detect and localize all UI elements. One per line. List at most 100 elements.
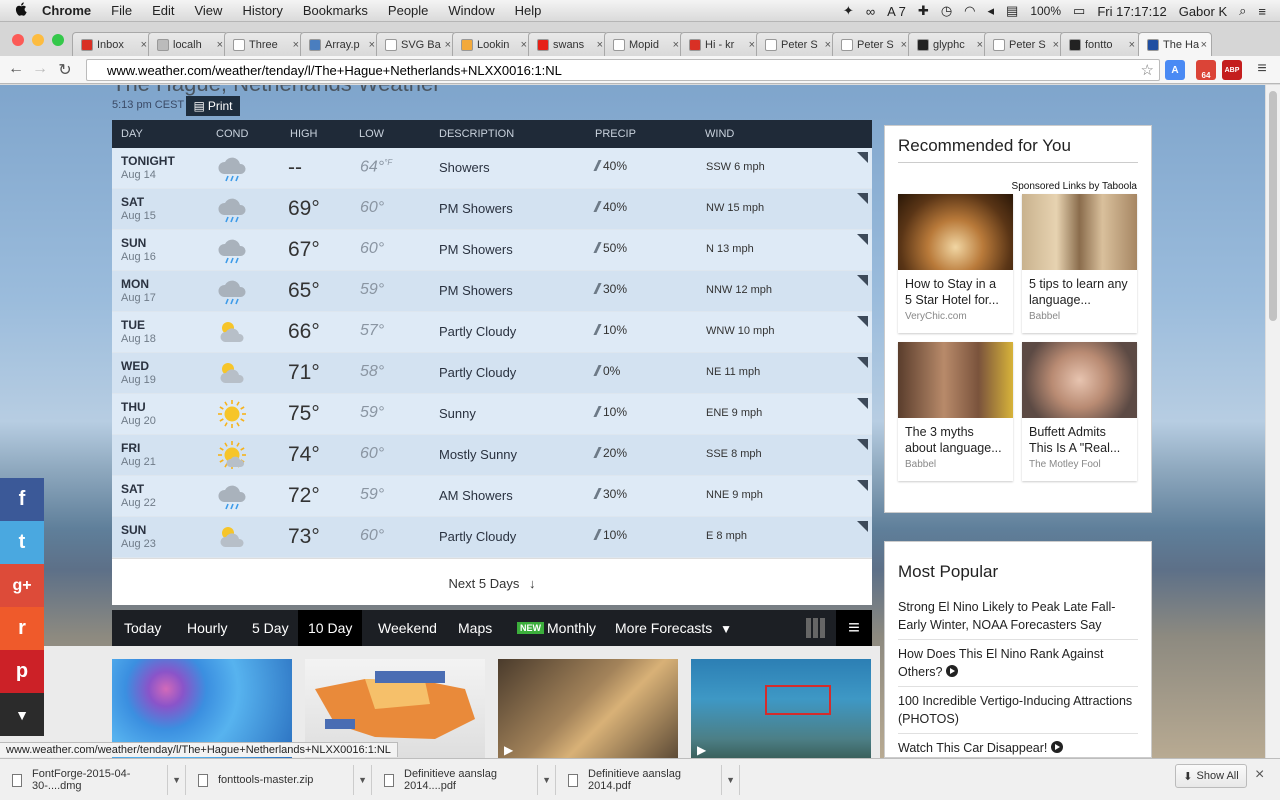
battery-icon[interactable]: ▭ <box>1073 3 1085 19</box>
plus-icon[interactable]: ✚ <box>918 3 929 19</box>
menu-people[interactable]: People <box>388 3 428 18</box>
back-arrow-icon[interactable]: ← <box>6 60 26 78</box>
menu-edit[interactable]: Edit <box>152 3 174 18</box>
download-menu-icon[interactable]: ▼ <box>353 765 371 795</box>
close-download-shelf-icon[interactable]: × <box>1255 766 1264 784</box>
download-item[interactable]: Definitieve aanslag 2014.pdf ▼ <box>560 765 740 795</box>
adblock-icon[interactable]: ABP <box>1222 60 1242 80</box>
forecast-row[interactable]: SAT Aug 22 72° 59° AM Showers 30% NNE 9 mph <box>112 476 872 517</box>
download-item[interactable]: Definitieve aanslag 2014....pdf ▼ <box>376 765 556 795</box>
forecast-nav-weekend[interactable]: Weekend <box>368 610 447 646</box>
forecast-row[interactable]: SAT Aug 15 69° 60° PM Showers 40% NW 15 mph <box>112 189 872 230</box>
tab-close-icon[interactable]: × <box>977 39 983 51</box>
tab[interactable]: Mopid × <box>604 32 684 56</box>
twitter-share-icon[interactable]: t <box>0 521 44 564</box>
next-5-days-button[interactable]: Next 5 Days ↓ <box>112 558 872 605</box>
expand-details-icon[interactable] <box>857 275 868 286</box>
popular-item[interactable]: How Does This El Nino Rank Against Other… <box>898 645 1138 687</box>
list-view-icon[interactable]: ≡ <box>836 610 872 646</box>
forecast-nav-monthly[interactable]: NEW Monthly <box>507 610 606 646</box>
scrollbar-thumb[interactable] <box>1269 91 1277 321</box>
tab-close-icon[interactable]: × <box>521 39 527 51</box>
menu-view[interactable]: View <box>194 3 222 18</box>
expand-details-icon[interactable] <box>857 398 868 409</box>
forward-arrow-icon[interactable]: → <box>30 60 50 78</box>
reddit-share-icon[interactable]: r <box>0 607 44 650</box>
tab[interactable]: Peter S × <box>984 32 1064 56</box>
forecast-nav-today[interactable]: Today <box>114 610 171 646</box>
address-bar[interactable]: www.weather.com/weather/tenday/l/The+Hag… <box>86 59 1160 81</box>
gplus-share-icon[interactable]: g+ <box>0 564 44 607</box>
close-window-button[interactable] <box>12 34 24 46</box>
forecast-nav-more-forecasts[interactable]: More Forecasts ▼ <box>605 610 742 646</box>
download-menu-icon[interactable]: ▼ <box>537 765 555 795</box>
tab-close-icon[interactable]: × <box>1201 39 1207 51</box>
wifi-icon[interactable]: ◠ <box>964 3 975 19</box>
download-item[interactable]: FontForge-2015-04-30-....dmg ▼ <box>4 765 186 795</box>
facebook-share-icon[interactable]: f <box>0 478 44 521</box>
forecast-row[interactable]: SUN Aug 16 67° 60° PM Showers 50% N 13 mph <box>112 230 872 271</box>
expand-details-icon[interactable] <box>857 480 868 491</box>
tab-close-icon[interactable]: × <box>673 39 679 51</box>
tab[interactable]: The Ha × <box>1138 32 1212 56</box>
tab-close-icon[interactable]: × <box>1129 39 1135 51</box>
tab-close-icon[interactable]: × <box>901 39 907 51</box>
chrome-menu-icon[interactable]: ≡ <box>1252 60 1272 78</box>
apple-menu-icon[interactable] <box>0 2 42 19</box>
tab[interactable]: Inbox × <box>72 32 152 56</box>
notification-center-icon[interactable]: ≡ <box>1258 4 1266 19</box>
video-thumbnail-underwater[interactable]: ▶ <box>691 659 871 758</box>
a7-status[interactable]: A 7 <box>887 4 906 19</box>
forecast-nav-10-day[interactable]: 10 Day <box>298 610 363 646</box>
recommended-card[interactable]: The 3 myths about language... Babbel <box>898 342 1013 481</box>
tab[interactable]: Peter S × <box>832 32 912 56</box>
tab-close-icon[interactable]: × <box>141 39 147 51</box>
flag-icon[interactable]: ▤ <box>1006 3 1018 19</box>
tab[interactable]: Peter S × <box>756 32 836 56</box>
menu-window[interactable]: Window <box>448 3 494 18</box>
tab-close-icon[interactable]: × <box>445 39 451 51</box>
battery-percent[interactable]: 100% <box>1030 4 1061 18</box>
tab[interactable]: glyphc × <box>908 32 988 56</box>
menu-help[interactable]: Help <box>515 3 542 18</box>
bookmark-star-icon[interactable]: ☆ <box>1141 61 1154 79</box>
spotlight-search-icon[interactable]: ⌕ <box>1239 3 1246 19</box>
forecast-row[interactable]: MON Aug 17 65° 59° PM Showers 30% NNW 12 mph <box>112 271 872 312</box>
expand-details-icon[interactable] <box>857 521 868 532</box>
grid-view-icon[interactable] <box>806 618 826 638</box>
forecast-row[interactable]: TONIGHT Aug 14 -- 64°°F Showers 40% SSW 6 mph <box>112 148 872 189</box>
expand-details-icon[interactable] <box>857 193 868 204</box>
tab[interactable]: Lookin × <box>452 32 532 56</box>
forecast-row[interactable]: FRI Aug 21 74° 60° Mostly Sunny 20% SSE 8 mph <box>112 435 872 476</box>
gmail-icon[interactable]: 64 <box>1196 60 1216 80</box>
zoom-window-button[interactable] <box>52 34 64 46</box>
pinterest-share-icon[interactable]: p <box>0 650 44 693</box>
expand-details-icon[interactable] <box>857 316 868 327</box>
more-share-icon[interactable]: ▼ <box>0 693 44 736</box>
forecast-nav-maps[interactable]: Maps <box>448 610 502 646</box>
show-all-downloads-button[interactable]: ⬇ Show All <box>1175 764 1247 788</box>
recommended-card[interactable]: How to Stay in a 5 Star Hotel for... Ver… <box>898 194 1013 333</box>
expand-details-icon[interactable] <box>857 152 868 163</box>
reload-icon[interactable]: ↻ <box>55 60 75 80</box>
tab[interactable]: swans × <box>528 32 608 56</box>
user-name[interactable]: Gabor K <box>1179 4 1227 19</box>
tab[interactable]: localh × <box>148 32 228 56</box>
tab[interactable]: SVG Ba × <box>376 32 456 56</box>
tab-close-icon[interactable]: × <box>1053 39 1059 51</box>
forecast-row[interactable]: THU Aug 20 75° 59° Sunny 10% ENE 9 mph <box>112 394 872 435</box>
menu-file[interactable]: File <box>111 3 132 18</box>
glasses-icon[interactable]: ∞ <box>866 4 875 19</box>
tab-close-icon[interactable]: × <box>217 39 223 51</box>
forecast-nav-hourly[interactable]: Hourly <box>177 610 237 646</box>
tab[interactable]: Array.p × <box>300 32 380 56</box>
forecast-row[interactable]: WED Aug 19 71° 58° Partly Cloudy 0% NE 11 mph <box>112 353 872 394</box>
print-button[interactable]: ▤ Print <box>186 96 240 116</box>
dropbox-icon[interactable]: ✦ <box>843 3 854 19</box>
tab-close-icon[interactable]: × <box>597 39 603 51</box>
clock[interactable]: Fri 17:17:12 <box>1097 4 1166 19</box>
recommended-card[interactable]: 5 tips to learn any language... Babbel <box>1022 194 1137 333</box>
tab[interactable]: Hi - kr × <box>680 32 760 56</box>
download-item[interactable]: fonttools-master.zip ▼ <box>190 765 372 795</box>
tab-close-icon[interactable]: × <box>293 39 299 51</box>
